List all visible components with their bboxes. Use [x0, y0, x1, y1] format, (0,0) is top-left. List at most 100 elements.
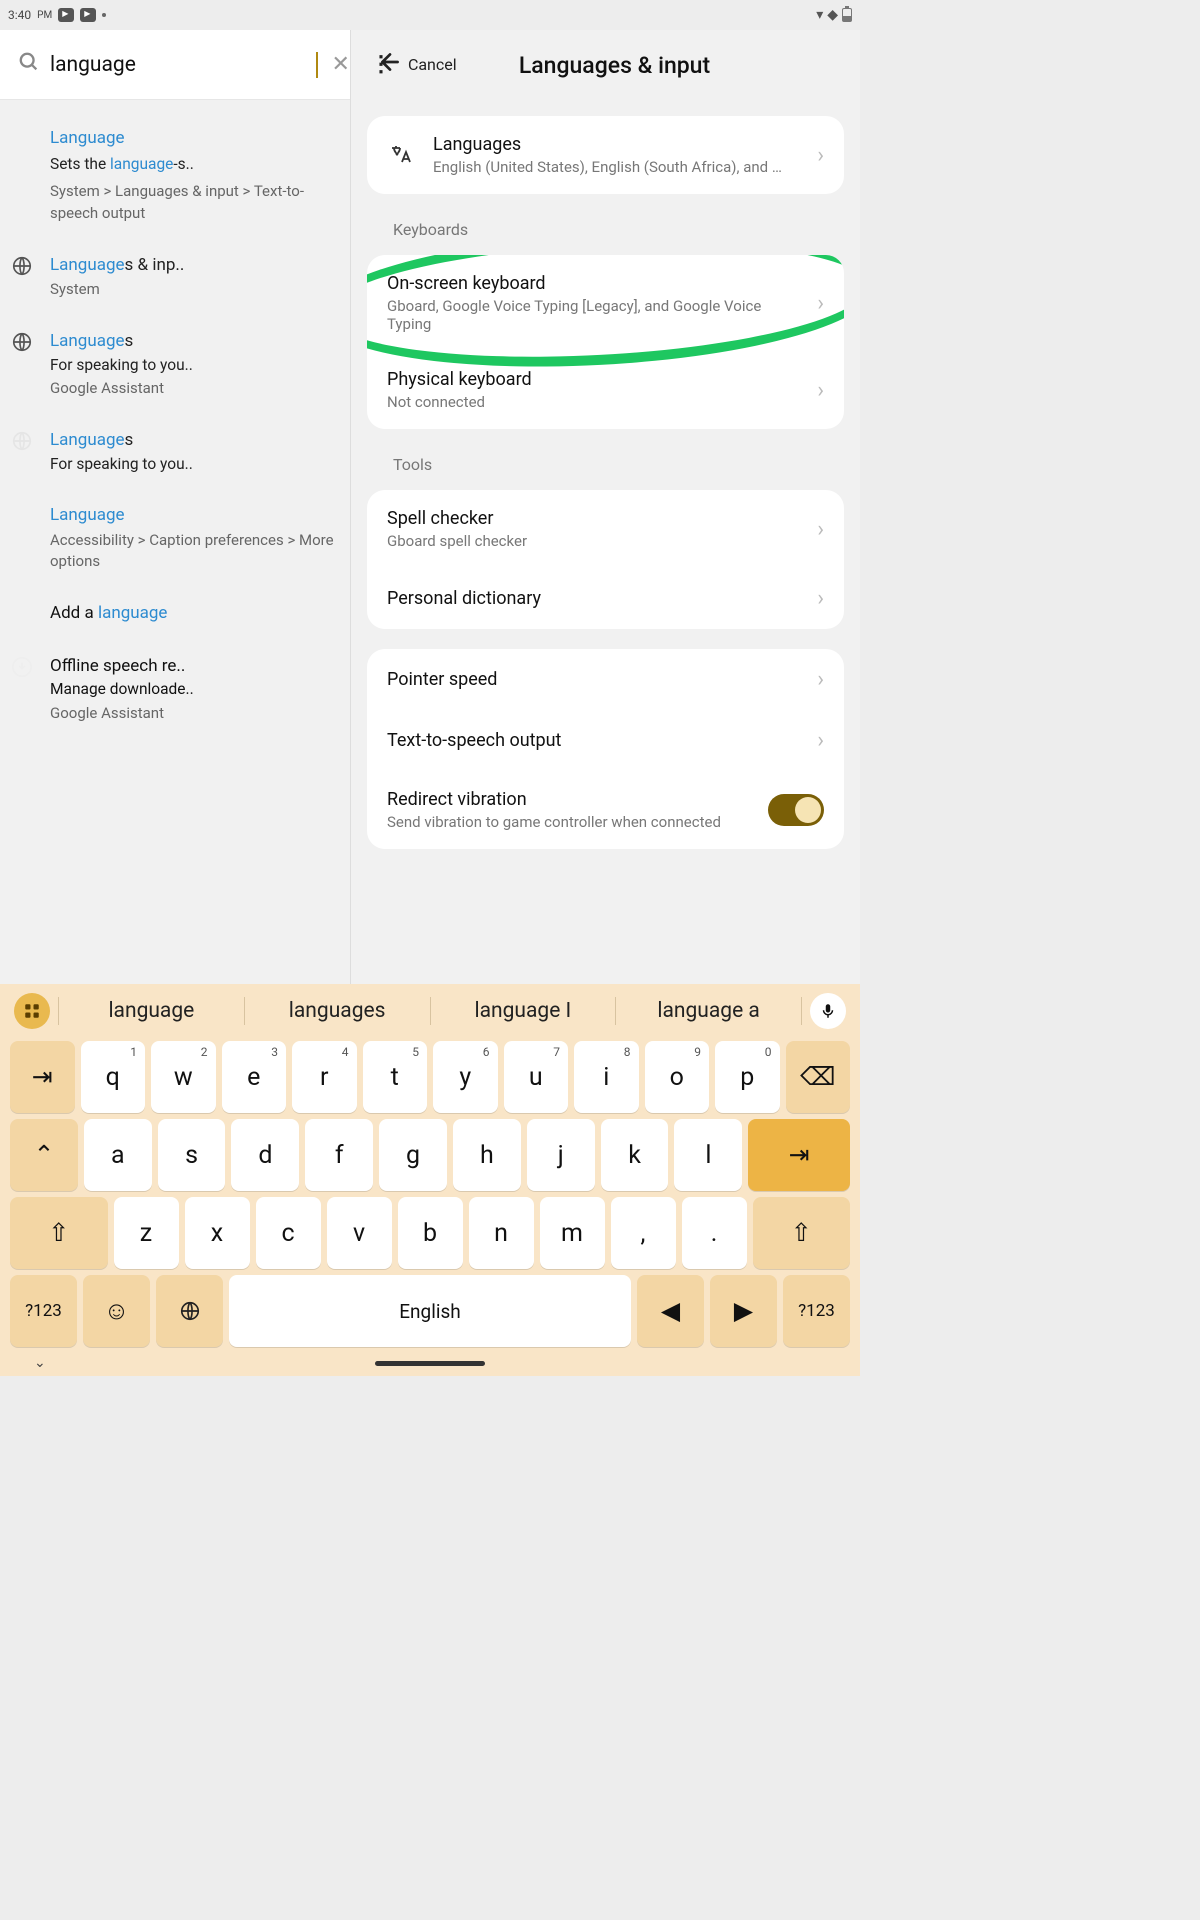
youtube-icon [58, 8, 74, 22]
search-result[interactable]: Add a language [44, 601, 338, 626]
key-y[interactable]: y6 [433, 1041, 498, 1113]
suggestion[interactable]: language a [624, 999, 793, 1023]
keyboard-apps-icon[interactable] [14, 993, 50, 1029]
symbols-key[interactable]: ?123 [783, 1275, 850, 1347]
status-bar: 3:40 PM ▾ ◆ [0, 0, 860, 30]
key-g[interactable]: g [379, 1119, 447, 1191]
tools-card-1: Spell checker Gboard spell checker › Per… [367, 490, 844, 629]
status-time: 3:40 [8, 8, 31, 22]
search-result[interactable]: Language Accessibility > Caption prefere… [44, 503, 338, 573]
battery-icon [842, 8, 852, 22]
physical-keyboard-row[interactable]: Physical keyboard Not connected › [367, 351, 844, 429]
redirect-vibration-row[interactable]: Redirect vibration Send vibration to gam… [367, 771, 844, 849]
key-z[interactable]: z [114, 1197, 179, 1269]
onscreen-keyboard-title: On-screen keyboard [387, 273, 799, 294]
suggestion-strip: language languages language I language a [0, 984, 860, 1038]
chevron-right-icon: › [817, 667, 824, 692]
key-w[interactable]: w2 [151, 1041, 216, 1113]
space-key[interactable]: English [229, 1275, 631, 1347]
key-k[interactable]: k [601, 1119, 669, 1191]
key-t[interactable]: t5 [363, 1041, 428, 1113]
keyboard-collapse-icon[interactable]: ⌄ [34, 1355, 46, 1371]
shift-key[interactable]: ⇧ [753, 1197, 851, 1269]
key-j[interactable]: j [527, 1119, 595, 1191]
globe-icon [8, 329, 36, 400]
language-switch-key[interactable] [156, 1275, 223, 1347]
search-input[interactable] [50, 53, 318, 77]
onscreen-keyboard-subtitle: Gboard, Google Voice Typing [Legacy], an… [387, 297, 799, 333]
search-result[interactable]: Languages For speaking to you.. [44, 428, 338, 475]
clear-search-icon[interactable]: ✕ [328, 48, 354, 81]
search-bar: ✕ ⋮ Cancel [0, 30, 350, 100]
chevron-right-icon: › [817, 378, 824, 403]
key-i[interactable]: i8 [574, 1041, 639, 1113]
status-ampm: PM [37, 10, 52, 21]
key-u[interactable]: u7 [504, 1041, 569, 1113]
key-x[interactable]: x [185, 1197, 250, 1269]
pointer-speed-row[interactable]: Pointer speed › [367, 649, 844, 710]
spell-checker-row[interactable]: Spell checker Gboard spell checker › [367, 490, 844, 568]
emoji-key[interactable]: ☺ [83, 1275, 150, 1347]
cursor-left-key[interactable]: ◀ [637, 1275, 704, 1347]
languages-title: Languages [433, 134, 799, 155]
key-q[interactable]: q1 [81, 1041, 146, 1113]
key-m[interactable]: m [540, 1197, 605, 1269]
chevron-right-icon: › [817, 291, 824, 316]
languages-subtitle: English (United States), English (South … [433, 158, 799, 176]
key-n[interactable]: n [469, 1197, 534, 1269]
key-a[interactable]: a [84, 1119, 152, 1191]
search-result[interactable]: Languages & inp.. System [44, 253, 338, 301]
key-v[interactable]: v [327, 1197, 392, 1269]
key-r[interactable]: r4 [292, 1041, 357, 1113]
suggestion[interactable]: languages [253, 999, 422, 1023]
cancel-button[interactable]: Cancel [408, 55, 457, 74]
tools-section-label: Tools [393, 455, 838, 474]
tab-key[interactable]: ⇥ [10, 1041, 75, 1113]
voice-input-icon[interactable] [810, 993, 846, 1029]
symbols-key[interactable]: ?123 [10, 1275, 77, 1347]
key-l[interactable]: l [674, 1119, 742, 1191]
key-s[interactable]: s [158, 1119, 226, 1191]
search-pane: ✕ ⋮ Cancel Language Sets the language-s.… [0, 30, 350, 984]
key-f[interactable]: f [305, 1119, 373, 1191]
key-b[interactable]: b [398, 1197, 463, 1269]
key-h[interactable]: h [453, 1119, 521, 1191]
more-options-icon[interactable]: ⋮ [364, 52, 398, 77]
key-d[interactable]: d [231, 1119, 299, 1191]
backspace-key[interactable]: ⌫ [786, 1041, 851, 1113]
chevron-right-icon: › [817, 728, 824, 753]
key-comma[interactable]: , [611, 1197, 676, 1269]
youtube-icon [80, 8, 96, 22]
caps-key[interactable]: ⌃ [10, 1119, 78, 1191]
chevron-right-icon: › [817, 517, 824, 542]
onscreen-keyboard-row[interactable]: On-screen keyboard Gboard, Google Voice … [367, 255, 844, 351]
search-icon [18, 51, 40, 79]
globe-icon [8, 428, 36, 475]
cursor-right-key[interactable]: ▶ [710, 1275, 777, 1347]
more-notifications-dot [102, 13, 106, 17]
globe-icon [8, 253, 36, 301]
key-c[interactable]: c [256, 1197, 321, 1269]
search-result[interactable]: Languages For speaking to you.. Google A… [44, 329, 338, 400]
personal-dictionary-row[interactable]: Personal dictionary › [367, 568, 844, 629]
chevron-right-icon: › [817, 586, 824, 611]
shift-key[interactable]: ⇧ [10, 1197, 108, 1269]
search-result[interactable]: Offline speech re.. Manage downloade.. G… [44, 654, 338, 725]
suggestion[interactable]: language I [439, 999, 608, 1023]
key-e[interactable]: e3 [222, 1041, 287, 1113]
nav-bar: ⌄ [0, 1350, 860, 1376]
key-period[interactable]: . [682, 1197, 747, 1269]
tts-output-row[interactable]: Text-to-speech output › [367, 710, 844, 771]
home-handle[interactable] [375, 1361, 485, 1366]
languages-card: Languages English (United States), Engli… [367, 116, 844, 194]
search-result[interactable]: Language Sets the language-s.. System > … [44, 126, 338, 225]
suggestion[interactable]: language [67, 999, 236, 1023]
keyboards-card: On-screen keyboard Gboard, Google Voice … [367, 255, 844, 429]
key-p[interactable]: p0 [715, 1041, 780, 1113]
onscreen-keyboard: language languages language I language a… [0, 984, 860, 1376]
enter-key[interactable]: ⇥ [748, 1119, 850, 1191]
redirect-vibration-toggle[interactable] [768, 794, 824, 826]
key-o[interactable]: o9 [645, 1041, 710, 1113]
detail-pane: Languages & input Languages English (Uni… [350, 30, 860, 984]
languages-row[interactable]: Languages English (United States), Engli… [367, 116, 844, 194]
